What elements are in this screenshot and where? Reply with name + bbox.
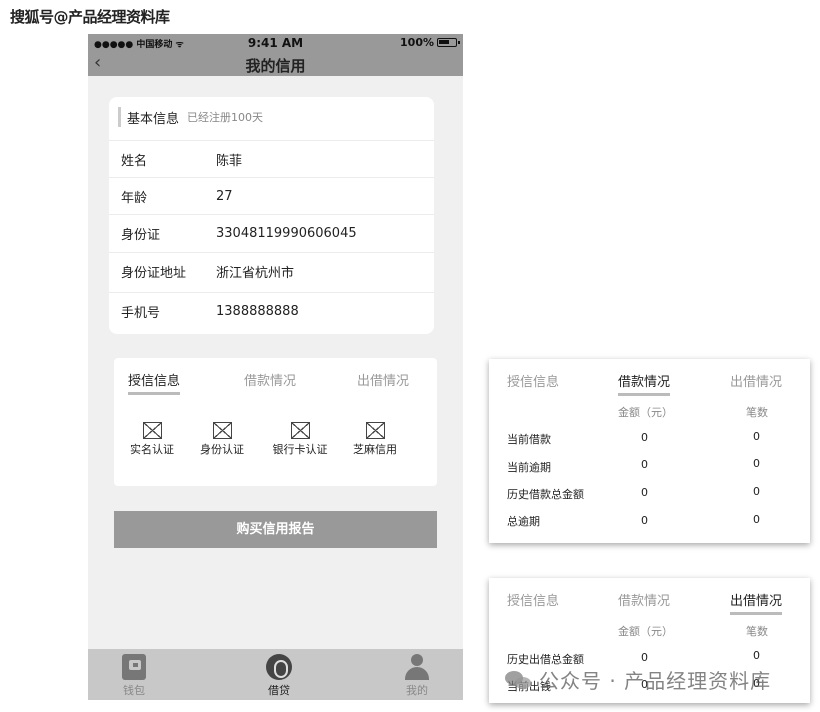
basic-info-title: 基本信息: [127, 111, 180, 127]
info-value: 陈菲: [216, 154, 243, 169]
tab-lend-status[interactable]: 出借情况: [357, 370, 409, 389]
row-count: 0: [753, 513, 760, 526]
info-label: 身份证: [121, 228, 161, 243]
row-amount: 0: [641, 486, 648, 499]
tab-loan-status[interactable]: 借款情况: [618, 371, 671, 396]
auth-label: 芝麻信用: [353, 443, 397, 456]
basic-info-header: 基本信息 已经注册100天: [118, 107, 263, 127]
tab-lend-status[interactable]: 出借情况: [730, 590, 783, 615]
tab-loan-status[interactable]: 借款情况: [618, 590, 670, 609]
row-count: 0: [753, 649, 760, 662]
info-row-address: 身份证地址 浙江省杭州市: [109, 252, 434, 290]
row-count: 0: [753, 457, 760, 470]
auth-label: 身份认证: [200, 443, 244, 456]
auth-realname[interactable]: 实名认证: [128, 422, 176, 457]
row-amount: 0: [641, 431, 648, 444]
wechat-icon: [505, 669, 533, 691]
tab-underline: [618, 393, 671, 396]
row-amount: 0: [641, 514, 648, 527]
wallet-icon: [122, 654, 146, 680]
column-count: 笔数: [746, 406, 768, 419]
auth-label: 实名认证: [130, 443, 174, 456]
basic-info-card: 基本信息 已经注册100天 姓名 陈菲 年龄 27 身份证 3304811999…: [109, 97, 434, 334]
auth-sesame[interactable]: 芝麻信用: [350, 422, 400, 457]
page-title: 我的信用: [245, 57, 306, 75]
tab-label: 授信信息: [128, 374, 181, 389]
loan-status-panel: 授信信息 借款情况 出借情况 金额（元） 笔数 当前借款 0 0 当前逾期 0 …: [489, 359, 810, 543]
tab-underline: [128, 392, 181, 395]
image-placeholder-icon: [290, 422, 310, 439]
row-label: 历史借款总金额: [507, 488, 584, 501]
column-amount: 金额（元）: [618, 625, 673, 638]
row-amount: 0: [641, 651, 648, 664]
watermark-bottom: 公众号 · 产品经理资料库: [505, 665, 771, 694]
info-row-id: 身份证 33048119990606045: [109, 214, 434, 252]
row-label: 当前借款: [507, 433, 551, 446]
tabbar-item-loan[interactable]: 借贷: [249, 654, 309, 698]
tab-credit-info[interactable]: 授信信息: [507, 371, 559, 390]
buy-credit-report-button[interactable]: 购买信用报告: [114, 511, 437, 548]
info-value: 浙江省杭州市: [216, 266, 295, 281]
tabbar-label: 钱包: [123, 684, 145, 697]
coin-icon: [266, 654, 292, 680]
info-label: 年龄: [121, 191, 148, 206]
watermark-top: 搜狐号@产品经理资料库: [10, 8, 170, 26]
row-amount: 0: [641, 458, 648, 471]
tabbar-label: 借贷: [268, 684, 290, 697]
auth-bankcard[interactable]: 银行卡认证: [270, 422, 330, 457]
tabbar-item-me[interactable]: 我的: [387, 654, 447, 698]
row-count: 0: [753, 430, 760, 443]
nav-bar: ‹ 我的信用: [88, 54, 463, 76]
tabbar-item-wallet[interactable]: 钱包: [104, 654, 164, 698]
info-row-name: 姓名 陈菲: [109, 140, 434, 178]
info-value: 27: [216, 189, 233, 204]
info-label: 身份证地址: [121, 266, 187, 281]
tabbar-label: 我的: [406, 684, 428, 697]
watermark-text: 公众号 · 产品经理资料库: [539, 669, 772, 693]
image-placeholder-icon: [365, 422, 385, 439]
image-placeholder-icon: [212, 422, 232, 439]
info-row-age: 年龄 27: [109, 177, 434, 215]
status-bar: ●●●●● 中国移动 ᯤ 9:41 AM 100%: [88, 34, 463, 54]
tab-underline: [730, 612, 783, 615]
status-battery: 100%: [400, 36, 460, 49]
auth-identity[interactable]: 身份认证: [198, 422, 246, 457]
column-amount: 金额（元）: [618, 406, 673, 419]
auth-label: 银行卡认证: [272, 443, 328, 456]
battery-percent: 100%: [400, 36, 434, 49]
info-label: 手机号: [121, 306, 161, 321]
row-label: 总逾期: [507, 515, 540, 528]
battery-icon: [437, 38, 460, 47]
credit-tabs-card: 授信信息 借款情况 出借情况 实名认证 身份认证 银行卡认证 芝麻信用: [114, 358, 437, 486]
info-value: 1388888888: [216, 304, 299, 319]
tab-credit-info[interactable]: 授信信息: [507, 590, 559, 609]
phone-screen: ●●●●● 中国移动 ᯤ 9:41 AM 100% ‹ 我的信用 基本信息 已经…: [88, 34, 463, 700]
tab-loan-status[interactable]: 借款情况: [244, 370, 296, 389]
tab-label: 出借情况: [730, 594, 783, 609]
info-value: 33048119990606045: [216, 226, 357, 241]
image-placeholder-icon: [142, 422, 162, 439]
info-row-phone: 手机号 1388888888: [109, 292, 434, 330]
registered-days: 已经注册100天: [187, 111, 264, 124]
tab-credit-info[interactable]: 授信信息: [128, 370, 181, 395]
user-icon: [404, 654, 430, 680]
row-label: 当前逾期: [507, 461, 551, 474]
bottom-tabbar: 钱包 借贷 我的: [88, 649, 463, 700]
column-count: 笔数: [746, 625, 768, 638]
info-label: 姓名: [121, 154, 148, 169]
row-count: 0: [753, 485, 760, 498]
tab-lend-status[interactable]: 出借情况: [730, 371, 782, 390]
tab-label: 借款情况: [618, 375, 671, 390]
